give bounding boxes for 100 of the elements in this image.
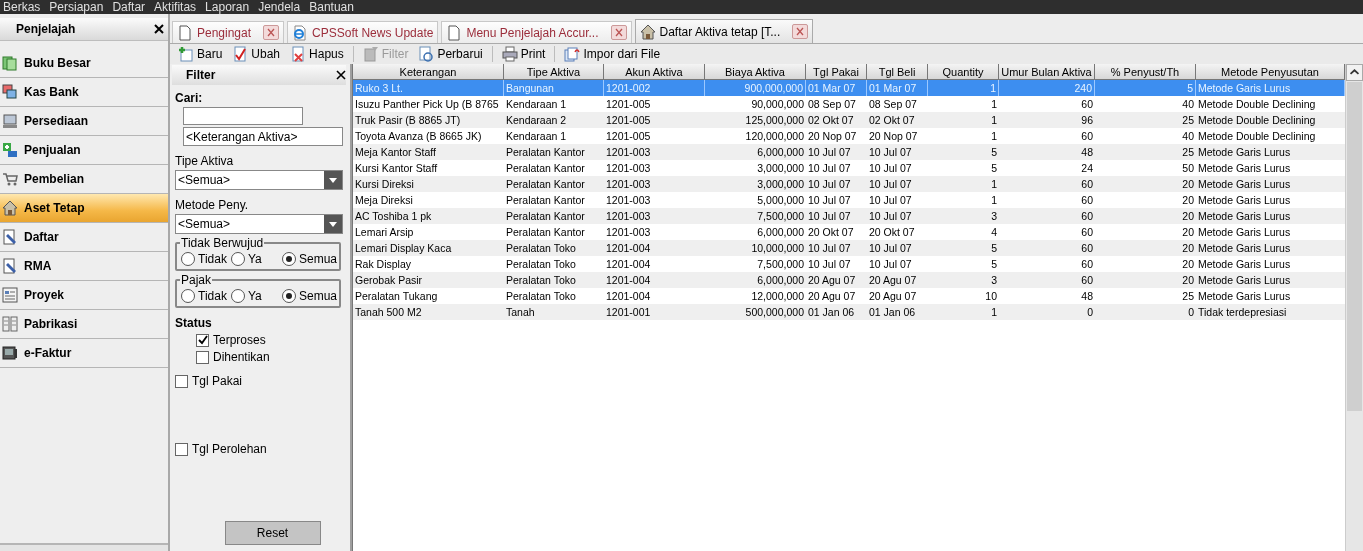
device-icon [2,345,18,361]
radio-option[interactable]: Semua [281,289,337,303]
radio-option[interactable]: Ya [230,252,262,266]
column-header[interactable]: Akun Aktiva [604,64,705,80]
table-cell-text: 3,000,000 [756,177,805,192]
sidebar-item[interactable]: Persediaan [0,107,168,136]
toolbar-button[interactable]: Hapus [287,46,347,62]
toolbar-button[interactable]: Perbarui [415,46,486,62]
menu-item[interactable]: Bantuan [309,0,358,14]
table-cell-text: 10 Jul 07 [868,145,913,160]
table-cell-text: 20 [1181,241,1195,256]
sidebar-item[interactable]: RMA [0,252,168,281]
table-cell-text: 7,500,000 [756,209,805,224]
table-cell-text: 25 [1181,113,1195,128]
menu-item[interactable]: Berkas [3,0,45,14]
table-cell-text: Isuzu Panther Pick Up (B 8765 [354,97,500,112]
column-header[interactable]: Tgl Beli [867,64,928,80]
window-icon [2,84,18,100]
table-cell-text: 10 Jul 07 [868,209,913,224]
table-cell: 01 Mar 07 [867,80,928,96]
sidebar-item[interactable]: Pabrikasi [0,310,168,339]
tab[interactable]: Pengingat [172,21,285,43]
column-header[interactable]: Umur Bulan Aktiva [999,64,1095,80]
table-cell-text: 3 [990,209,998,224]
sidebar-item[interactable]: Buku Besar [0,49,168,78]
field-label: Metode Peny. [175,198,250,212]
table-cell-text: 1201-003 [605,225,652,240]
search-column-field[interactable]: <Keterangan Aktiva> [183,127,343,146]
table-cell-text: Metode Double Declining [1197,97,1317,112]
table-cell-text: 1201-004 [605,241,652,256]
toolbar-button[interactable]: Ubah [229,46,284,62]
table-cell-text: 1 [990,129,998,144]
reset-button[interactable]: Reset [224,521,321,545]
scrollbar[interactable] [1345,64,1363,551]
table-cell-text: Gerobak Pasir [354,273,424,288]
sidebar-item[interactable]: Proyek [0,281,168,310]
status-label: Status [175,316,213,330]
dropdown[interactable]: <Semua> [175,170,343,190]
table-cell-text: Kursi Kantor Staff [354,161,439,176]
close-icon[interactable] [336,70,346,80]
tab[interactable]: Daftar Aktiva tetap [T... [634,19,814,43]
table-cell-text: 20 [1181,257,1195,272]
column-header[interactable]: Metode Penyusutan [1196,64,1345,80]
menu-item[interactable]: Jendela [258,0,305,14]
toolbar-button[interactable]: Print [498,46,549,62]
radio-option[interactable]: Semua [281,252,337,266]
sidebar-item[interactable]: Penjualan [0,136,168,165]
column-header[interactable]: Quantity [928,64,999,80]
table-cell-text: Lemari Arsip [354,225,415,240]
column-header[interactable]: Tipe Aktiva [504,64,604,80]
table-cell-text: 6,000,000 [756,273,805,288]
menu-item[interactable]: Laporan [205,0,254,14]
print-icon [501,46,518,62]
menu-item[interactable]: Daftar [112,0,150,14]
radio-option[interactable]: Ya [230,289,262,303]
toolbar-button[interactable]: Baru [175,46,226,62]
column-header[interactable]: Biaya Aktiva [705,64,806,80]
radio-option[interactable]: Tidak [181,289,227,303]
table-cell-text: Metode Garis Lurus [1197,289,1292,304]
radio-option[interactable]: Tidak [181,252,227,266]
column-header[interactable]: Keterangan [353,64,504,80]
table-cell-text: 1201-003 [605,193,652,208]
sidebar-item[interactable]: Kas Bank [0,78,168,107]
table-cell-text: 10 Jul 07 [807,257,852,272]
tab[interactable]: CPSSoft News Update [287,21,439,43]
close-icon[interactable] [154,24,164,34]
column-header[interactable]: % Penyust/Th [1095,64,1196,80]
table-cell-text: 5,000,000 [756,193,805,208]
checkbox[interactable]: Terproses [196,333,350,347]
table-cell-text: 20 Agu 07 [868,289,918,304]
table-cell-text: 60 [1080,241,1094,256]
table-cell-text: 1 [990,177,998,192]
table-cell-text: 0 [1086,305,1094,320]
table-cell-text: 25 [1181,289,1195,304]
menu-item[interactable]: Aktifitas [154,0,201,14]
dropdown[interactable]: <Semua> [175,214,343,234]
checkbox[interactable]: Tgl Pakai [175,374,350,388]
table-cell-text: 6,000,000 [756,145,805,160]
table-cell-text: 1201-005 [605,97,652,112]
search-field[interactable] [183,107,303,125]
checkbox[interactable]: Tgl Perolehan [175,442,350,456]
tab[interactable]: Menu Penjelajah Accur... [441,21,632,43]
table-cell-text: 60 [1080,177,1094,192]
table-cell-text: 1201-003 [605,209,652,224]
toolbar-button[interactable]: Impor dari File [561,46,664,62]
column-header[interactable]: Tgl Pakai [806,64,867,80]
sidebar-item[interactable]: Aset Tetap [0,194,168,223]
table-cell-text: Tanah [505,305,536,320]
menu-item[interactable]: Persiapan [49,0,108,14]
table-cell-text: 5 [990,161,998,176]
sidebar-item[interactable]: Daftar [0,223,168,252]
table-cell-text: Tanah 500 M2 [354,305,423,320]
table-cell-text: 1 [990,97,998,112]
table-cell-text: Metode Garis Lurus [1197,209,1292,224]
table-cell-text: Metode Garis Lurus [1197,241,1292,256]
sidebar-item[interactable]: e-Faktur [0,339,168,368]
checkbox[interactable]: Dihentikan [196,350,350,364]
table-cell-text: Meja Direksi [354,193,414,208]
table-cell-text: 10 Jul 07 [807,209,852,224]
scroll-up-icon[interactable] [1346,64,1363,81]
